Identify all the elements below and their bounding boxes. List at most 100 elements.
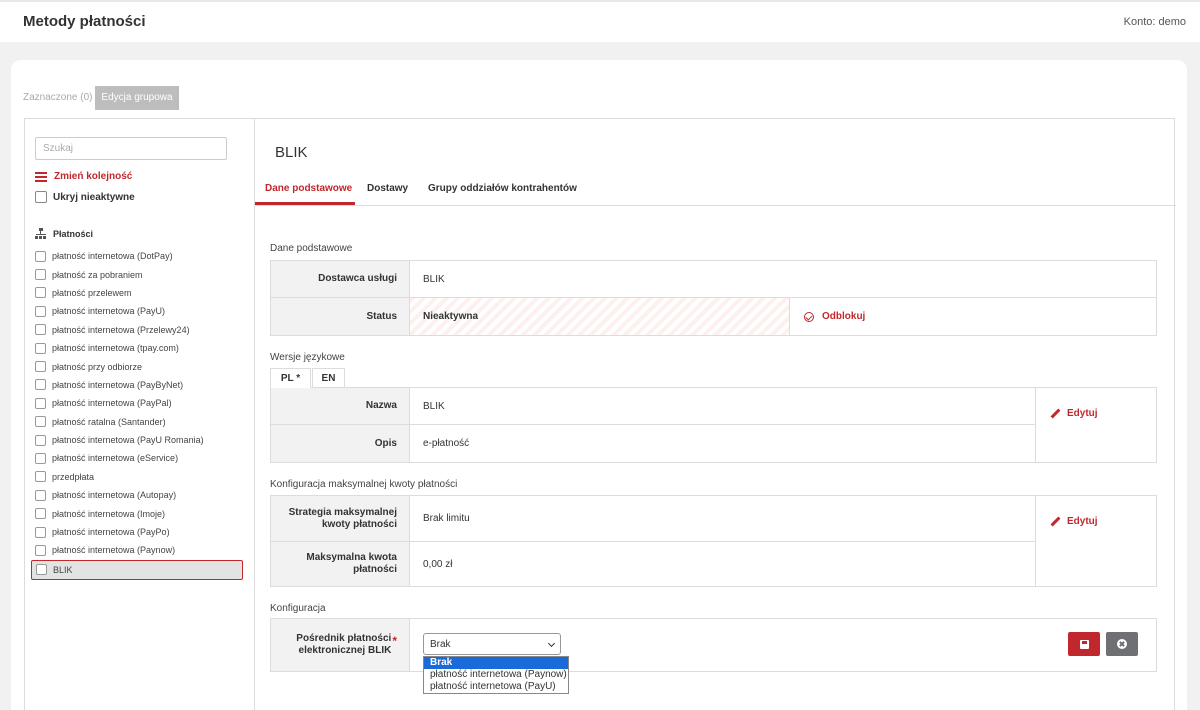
list-item[interactable]: płatność internetowa (Paynow) [35,541,245,559]
item-checkbox[interactable] [35,324,46,336]
list-item[interactable]: płatność przelewem [35,284,245,302]
item-checkbox[interactable] [36,564,47,576]
item-checkbox[interactable] [35,379,46,391]
tab-deliveries[interactable]: Dostawy [367,183,408,194]
item-checkbox[interactable] [35,434,46,446]
chevron-down-icon [547,639,556,648]
strategy-value: Brak limitu [423,513,470,524]
group-edit-button[interactable]: Edycja grupowa [95,86,179,110]
cancel-button[interactable] [1106,632,1138,656]
desc-row: Opis e-płatność [271,425,1156,462]
section-lang-label: Wersje językowe [270,352,345,363]
tab-customer-groups[interactable]: Grupy oddziałów kontrahentów [428,183,577,194]
dropdown-option[interactable]: Brak [424,657,568,669]
strategy-label: Strategia maksymalnej kwoty płatności [271,496,410,541]
name-row: Nazwa BLIK [271,388,1156,424]
hide-inactive-checkbox[interactable] [35,191,47,203]
lang-tab-en[interactable]: EN [312,368,345,388]
list-item[interactable]: płatność internetowa (tpay.com) [35,339,245,357]
dropdown-option[interactable]: płatność internetowa (PayU) [424,681,568,693]
list-item[interactable]: płatność internetowa (eService) [35,449,245,467]
list-item[interactable]: płatność internetowa (PayPal) [35,394,245,412]
list-item[interactable]: płatność internetowa (PayU Romania) [35,431,245,449]
item-label: płatność internetowa (PayPal) [52,398,172,409]
edit-lang-link[interactable]: Edytuj [1050,408,1098,419]
item-checkbox[interactable] [35,508,46,520]
broker-label: Pośrednik płatności elektronicznej BLIK [296,633,392,656]
select-value: Brak [430,638,451,650]
list-item[interactable]: płatność internetowa (PayPo) [35,523,245,541]
list-item[interactable]: przedpłata [35,468,245,486]
max-label: Maksymalna kwota płatności [271,542,410,586]
reorder-link[interactable]: Zmień kolejność [35,171,132,182]
pencil-icon [1050,517,1060,527]
unlock-label: Odblokuj [822,311,866,322]
config-box: Pośrednik płatności elektronicznej BLIK * [270,618,1157,672]
item-label: płatność internetowa (Autopay) [52,490,177,501]
payment-list: płatność internetowa (DotPay) płatność z… [31,247,245,580]
desc-value: e-płatność [423,438,470,449]
broker-row: Pośrednik płatności elektronicznej BLIK * [271,619,1156,671]
hide-inactive-label: Ukryj nieaktywne [53,191,135,203]
tab-basic[interactable]: Dane podstawowe [265,183,352,194]
list-item[interactable]: płatność ratalna (Santander) [35,413,245,431]
item-label: przedpłata [52,471,95,482]
broker-select[interactable]: Brak [423,633,561,655]
list-item[interactable]: płatność internetowa (DotPay) [35,247,245,265]
list-item[interactable]: płatność internetowa (Imoje) [35,504,245,522]
pencil-icon [1050,409,1060,419]
item-checkbox[interactable] [35,397,46,409]
save-button[interactable] [1068,632,1100,656]
item-label: płatność internetowa (PayU Romania) [52,435,204,446]
tab-bar: Dane podstawowe Dostawy Grupy oddziałów … [255,176,1176,206]
item-label: BLIK [53,564,73,575]
tree-root-label: Płatności [53,229,94,239]
page-title: Metody płatności [23,13,146,30]
list-item[interactable]: płatność internetowa (Przelewy24) [35,321,245,339]
item-checkbox[interactable] [35,342,46,354]
item-checkbox[interactable] [35,416,46,428]
column-divider [1035,496,1036,586]
item-checkbox[interactable] [35,489,46,501]
item-checkbox[interactable] [35,361,46,373]
list-item[interactable]: płatność internetowa (Autopay) [35,486,245,504]
item-checkbox[interactable] [35,471,46,483]
list-item[interactable]: płatność internetowa (PayByNet) [35,376,245,394]
unlock-link[interactable]: Odblokuj [790,298,865,335]
item-checkbox[interactable] [35,544,46,556]
item-checkbox[interactable] [35,287,46,299]
list-item[interactable]: płatność przy odbiorze [35,357,245,375]
item-checkbox[interactable] [35,305,46,317]
hide-inactive-toggle[interactable]: Ukryj nieaktywne [35,191,135,203]
required-mark: * [392,634,397,648]
top-bar: Metody płatności Konto: demo [0,0,1200,42]
item-label: płatność internetowa (DotPay) [52,251,173,262]
edit-label: Edytuj [1067,516,1098,527]
detail-pane: BLIK Dane podstawowe Dostawy Grupy oddzi… [255,119,1176,710]
sidebar: Zmień kolejność Ukryj nieaktywne Płatnoś… [25,119,255,710]
search-input[interactable] [35,137,227,160]
basic-box: Dostawca usługi BLIK Status Nieaktywna O… [270,260,1157,336]
lang-tab-pl[interactable]: PL * [270,368,311,388]
list-item-selected[interactable]: BLIK [31,559,243,580]
column-divider [1035,388,1036,462]
reorder-label: Zmień kolejność [54,171,133,182]
name-value: BLIK [423,400,445,412]
edit-maxamount-link[interactable]: Edytuj [1050,516,1098,527]
check-circle-icon [804,311,814,322]
maxamount-box: Strategia maksymalnej kwoty płatności Br… [270,495,1157,587]
item-checkbox[interactable] [35,526,46,538]
provider-value: BLIK [423,273,445,285]
detail-title: BLIK [275,144,308,161]
dropdown-option[interactable]: płatność internetowa (Paynow) [424,669,568,681]
item-checkbox[interactable] [35,452,46,464]
item-label: płatność internetowa (eService) [52,453,179,464]
item-label: płatność internetowa (Imoje) [52,508,166,519]
desc-label: Opis [271,425,410,462]
list-item[interactable]: płatność za pobraniem [35,265,245,283]
main-panel: Zmień kolejność Ukryj nieaktywne Płatnoś… [24,118,1176,710]
section-basic-label: Dane podstawowe [270,243,353,254]
item-checkbox[interactable] [35,250,46,262]
item-checkbox[interactable] [35,269,46,281]
list-item[interactable]: płatność internetowa (PayU) [35,302,245,320]
